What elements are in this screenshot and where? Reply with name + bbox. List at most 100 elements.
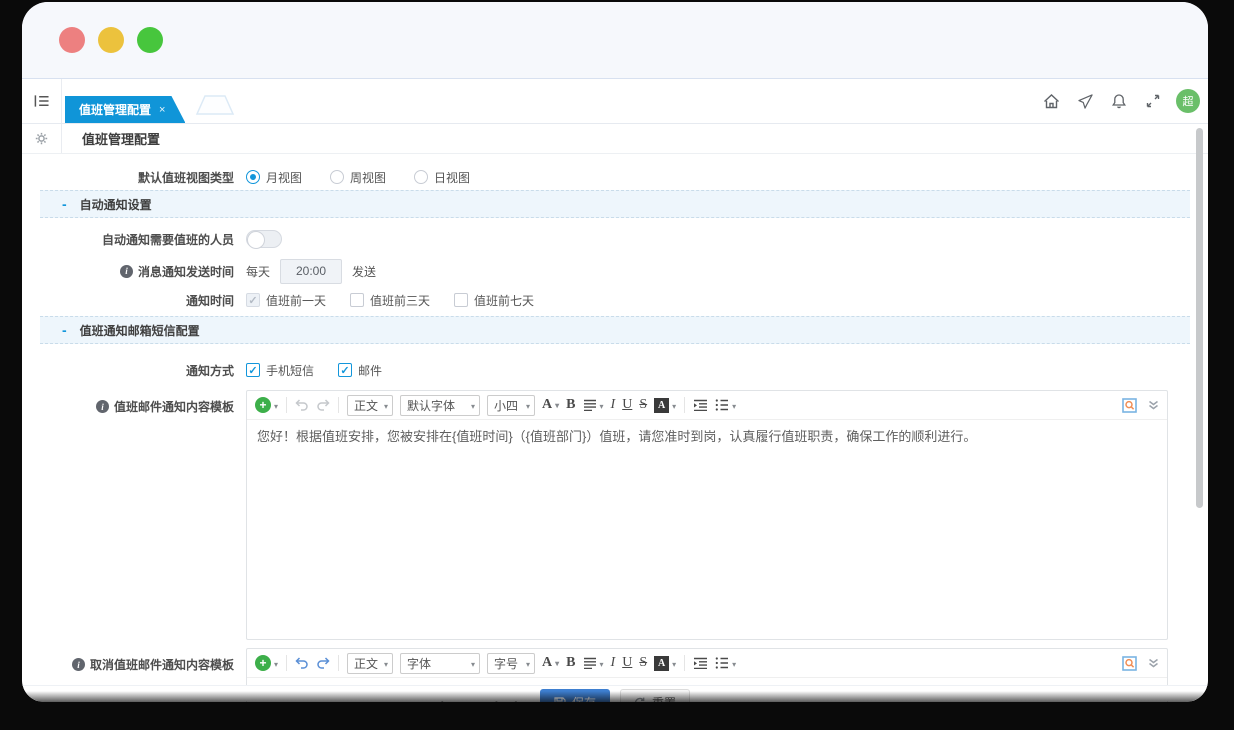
chevron-down-icon xyxy=(597,398,604,412)
insert-plus-button[interactable] xyxy=(255,655,278,671)
chevron-down-icon xyxy=(523,398,530,412)
topbar-actions: 超 xyxy=(1040,79,1200,123)
divider xyxy=(338,655,339,671)
checkbox-sms[interactable]: 手机短信 xyxy=(246,362,314,379)
align-button[interactable] xyxy=(583,398,604,412)
section-title: 自动通知设置 xyxy=(80,196,152,213)
vertical-scrollbar[interactable] xyxy=(1196,128,1203,508)
gear-rail xyxy=(22,124,62,153)
traffic-light-maximize-icon[interactable] xyxy=(137,27,163,53)
align-button[interactable] xyxy=(583,656,604,670)
checkbox-icon xyxy=(454,293,468,307)
divider xyxy=(286,655,287,671)
reset-button[interactable]: 重置 xyxy=(620,689,690,702)
font-family-select[interactable]: 默认字体 xyxy=(400,395,480,416)
bold-button[interactable]: B xyxy=(566,655,575,671)
chevron-down-icon xyxy=(669,398,676,412)
traffic-light-close-icon[interactable] xyxy=(59,27,85,53)
sidebar-rail xyxy=(22,79,62,123)
redo-button[interactable] xyxy=(316,657,330,669)
radio-day-view[interactable]: 日视图 xyxy=(414,169,470,186)
divider xyxy=(286,397,287,413)
background-color-button[interactable]: A xyxy=(654,398,676,413)
underline-button[interactable]: U xyxy=(622,397,632,413)
insert-plus-button[interactable] xyxy=(255,397,278,413)
tab-duty-config[interactable]: 值班管理配置 × xyxy=(65,96,185,123)
app-frame: 值班管理配置 × 超 xyxy=(22,79,1208,701)
font-size-select[interactable]: 小四 xyxy=(487,395,535,416)
toolbar-right xyxy=(1122,398,1159,413)
font-family-select[interactable]: 字体 xyxy=(400,653,480,674)
preview-button[interactable] xyxy=(1122,398,1137,413)
italic-button[interactable]: I xyxy=(611,397,616,413)
plus-icon xyxy=(255,397,271,413)
row-send-time: 消息通知发送时间 每天 发送 xyxy=(22,258,1208,284)
user-avatar[interactable]: 超 xyxy=(1176,89,1200,113)
indent-button[interactable] xyxy=(693,399,708,411)
radio-month-view[interactable]: 月视图 xyxy=(246,169,302,186)
checkbox-icon xyxy=(338,363,352,377)
font-size-select[interactable]: 字号 xyxy=(487,653,535,674)
auto-notify-toggle[interactable] xyxy=(246,230,282,248)
checkbox-seven-days-before[interactable]: 值班前七天 xyxy=(454,292,534,309)
tab-bar: 值班管理配置 × 超 xyxy=(22,79,1208,124)
tab-close-icon[interactable]: × xyxy=(159,104,165,116)
bold-button[interactable]: B xyxy=(566,397,575,413)
bell-icon[interactable] xyxy=(1108,93,1130,109)
indent-button[interactable] xyxy=(693,657,708,669)
fullscreen-expand-icon[interactable] xyxy=(1142,94,1164,108)
chevron-down-icon xyxy=(729,656,736,670)
chevron-down-icon xyxy=(523,656,530,670)
font-color-button[interactable]: A xyxy=(542,655,559,671)
italic-button[interactable]: I xyxy=(611,655,616,671)
checkbox-email[interactable]: 邮件 xyxy=(338,362,382,379)
info-icon[interactable] xyxy=(96,400,109,413)
collapse-toolbar-icon[interactable] xyxy=(1148,658,1159,668)
send-plane-icon[interactable] xyxy=(1074,94,1096,109)
font-color-button[interactable]: A xyxy=(542,397,559,413)
chevron-down-icon xyxy=(271,398,278,412)
underline-button[interactable]: U xyxy=(622,655,632,671)
collapse-minus-icon[interactable]: - xyxy=(62,197,67,211)
row-auto-notify-toggle: 自动通知需要值班的人员 xyxy=(22,230,1208,248)
rich-text-editor-duty: 正文 默认字体 小四 A B I U S A xyxy=(246,390,1168,640)
radio-dot-icon xyxy=(246,170,260,184)
send-time-input[interactable] xyxy=(280,259,342,284)
chevron-down-icon xyxy=(381,398,388,412)
traffic-light-minimize-icon[interactable] xyxy=(98,27,124,53)
menu-fold-icon[interactable] xyxy=(34,94,49,108)
ordered-list-button[interactable] xyxy=(715,398,736,412)
window-titlebar xyxy=(22,2,1208,79)
background-color-button[interactable]: A xyxy=(654,656,676,671)
checkbox-three-days-before[interactable]: 值班前三天 xyxy=(350,292,430,309)
paragraph-select[interactable]: 正文 xyxy=(347,653,393,674)
editor-content[interactable]: 您好！根据值班安排，您被安排在{值班时间}（{值班部门}）值班，请您准时到岗，认… xyxy=(247,420,1167,455)
strikethrough-button[interactable]: S xyxy=(639,397,647,413)
collapse-toolbar-icon[interactable] xyxy=(1148,400,1159,410)
redo-button[interactable] xyxy=(316,399,330,411)
chevron-down-icon xyxy=(381,656,388,670)
chevron-down-icon xyxy=(552,655,559,671)
ordered-list-button[interactable] xyxy=(715,656,736,670)
duty-mail-template-label: 值班邮件通知内容模板 xyxy=(22,398,234,415)
section-auto-notify[interactable]: - 自动通知设置 xyxy=(40,190,1190,218)
view-type-label: 默认值班视图类型 xyxy=(22,169,234,186)
browser-window: 值班管理配置 × 超 xyxy=(22,2,1208,702)
refresh-icon xyxy=(634,697,646,703)
info-icon[interactable] xyxy=(120,265,133,278)
info-icon[interactable] xyxy=(72,658,85,671)
radio-week-view[interactable]: 周视图 xyxy=(330,169,386,186)
save-button[interactable]: 保存 xyxy=(540,689,610,702)
divider xyxy=(684,655,685,671)
paragraph-select[interactable]: 正文 xyxy=(347,395,393,416)
radio-dot-icon xyxy=(330,170,344,184)
preview-button[interactable] xyxy=(1122,656,1137,671)
strikethrough-button[interactable]: S xyxy=(639,655,647,671)
row-view-type: 默认值班视图类型 月视图 周视图 日视图 xyxy=(22,166,1208,188)
undo-button[interactable] xyxy=(295,657,309,669)
undo-button[interactable] xyxy=(295,399,309,411)
send-time-label: 消息通知发送时间 xyxy=(22,263,234,280)
collapse-minus-icon[interactable]: - xyxy=(62,323,67,337)
home-icon[interactable] xyxy=(1040,94,1062,109)
section-mail-sms[interactable]: - 值班通知邮箱短信配置 xyxy=(40,316,1190,344)
